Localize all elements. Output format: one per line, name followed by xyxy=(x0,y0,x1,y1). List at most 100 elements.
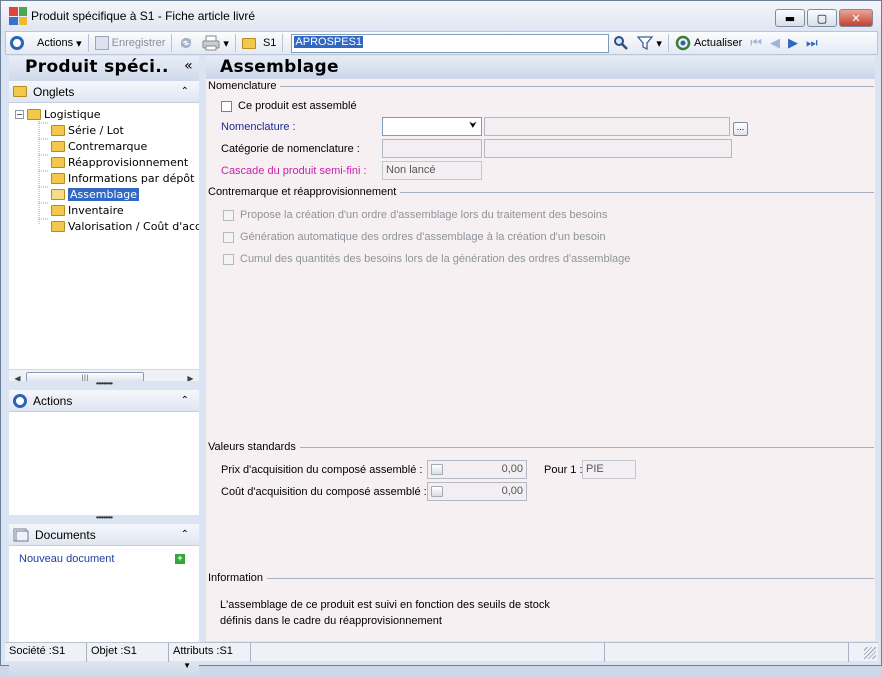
minimize-button[interactable]: ▬ xyxy=(775,9,805,27)
folder-icon xyxy=(51,140,65,152)
information-group: Information xyxy=(208,572,874,584)
currency-button[interactable] xyxy=(431,464,443,475)
information-text: L'assemblage de ce produit est suivi en … xyxy=(220,597,550,629)
save-icon xyxy=(94,36,109,50)
folder-icon xyxy=(51,172,65,184)
nomenclature-group: Nomenclature xyxy=(208,80,874,92)
scrollbar-thumb[interactable]: ||| xyxy=(26,371,144,381)
main-panel: Assemblage Nomenclature Ce produit est a… xyxy=(206,56,875,641)
page-title: Assemblage xyxy=(206,56,875,79)
option-checkbox[interactable] xyxy=(223,253,234,265)
assembled-checkbox-label: Ce produit est assemblé xyxy=(238,100,357,112)
nomenclature-browse-button[interactable]: ... xyxy=(733,122,748,136)
prix-value: 0,00 xyxy=(501,463,523,475)
print-dropdown-icon[interactable]: ▾ xyxy=(223,37,229,50)
option-checkbox[interactable] xyxy=(223,209,234,221)
open-folder-icon xyxy=(51,188,65,200)
category-description-field xyxy=(484,139,732,158)
filter-icon xyxy=(637,36,654,51)
pour-label: Pour 1 : xyxy=(544,464,583,476)
tree-item-label: Informations par dépôt xyxy=(68,171,195,185)
category-label: Catégorie de nomenclature : xyxy=(221,143,360,155)
last-record-icon[interactable]: ⏭ xyxy=(802,35,822,51)
product-code-input[interactable]: APROSPES1 xyxy=(291,33,610,53)
actions-icon xyxy=(10,36,24,50)
option-row[interactable]: Propose la création d'un ordre d'assembl… xyxy=(223,209,607,221)
filter-button[interactable]: ▾ xyxy=(633,32,666,54)
maximize-icon: ▢ xyxy=(816,11,828,25)
prix-field[interactable]: 0,00 xyxy=(427,460,527,479)
chevron-up-icon[interactable]: ⌃ xyxy=(181,395,189,406)
cout-field[interactable]: 0,00 xyxy=(427,482,527,501)
actions-icon xyxy=(13,393,27,408)
tabs-section-header[interactable]: Onglets ⌃ xyxy=(9,81,199,103)
title-bar[interactable]: Produit spécifique à S1 - Fiche article … xyxy=(1,1,881,31)
next-record-icon[interactable]: ▶ xyxy=(784,35,802,51)
scroll-right-icon[interactable]: ▶ xyxy=(182,374,199,382)
tree-item-serie-lot[interactable]: Série / Lot xyxy=(51,122,124,138)
status-societe: Société :S1 xyxy=(5,643,87,662)
tree-item-valorisation[interactable]: Valorisation / Coût d'acquisition xyxy=(51,218,199,234)
group-label: Information xyxy=(208,572,264,584)
actions-section-body xyxy=(9,412,199,515)
first-record-icon[interactable]: ⏮ xyxy=(746,35,766,51)
cout-value: 0,00 xyxy=(501,485,523,497)
tree-item-label: Contremarque xyxy=(68,139,148,153)
documents-section-label: Documents xyxy=(35,527,96,542)
option-row[interactable]: Cumul des quantités des besoins lors de … xyxy=(223,253,630,265)
folder-icon xyxy=(51,204,65,216)
previous-record-icon[interactable]: ◀ xyxy=(766,35,784,51)
tree-item-label: Réapprovisionnement xyxy=(68,155,189,169)
tree-item-label: Série / Lot xyxy=(68,123,124,137)
site-selector[interactable]: S1 xyxy=(238,32,280,54)
search-button[interactable] xyxy=(609,32,633,54)
nomenclature-combo[interactable]: ⮟ xyxy=(382,117,482,136)
refresh-button[interactable]: Actualiser xyxy=(671,32,746,54)
save-button[interactable]: Enregistrer xyxy=(91,32,170,54)
pour-value: PIE xyxy=(582,460,636,479)
actions-section-label: Actions xyxy=(33,393,73,408)
resize-grip-icon[interactable] xyxy=(864,647,876,659)
sync-button[interactable] xyxy=(174,32,198,54)
refresh-icon xyxy=(675,35,691,51)
tree-item-assemblage[interactable]: Assemblage xyxy=(51,186,139,202)
tree-item-contremarque[interactable]: Contremarque xyxy=(51,138,147,154)
panel-splitter[interactable]: ••••••••• xyxy=(9,514,199,524)
dropdown-arrow-icon: ▾ xyxy=(76,37,82,50)
chevron-up-icon[interactable]: ⌃ xyxy=(181,86,189,97)
collapse-panel-icon[interactable]: « xyxy=(184,58,193,74)
standards-group: Valeurs standards xyxy=(208,441,874,453)
tree-item-reapprovisionnement[interactable]: Réapprovisionnement xyxy=(51,154,188,170)
tabs-tree: − Logistique Série / Lot Contremarque Ré… xyxy=(9,103,199,381)
chevron-up-icon[interactable]: ⌃ xyxy=(181,529,189,540)
option-label: Propose la création d'un ordre d'assembl… xyxy=(240,209,608,221)
nomenclature-description-field xyxy=(484,117,730,136)
option-label: Génération automatique des ordres d'asse… xyxy=(240,231,606,243)
assembled-checkbox[interactable] xyxy=(221,100,232,112)
scroll-left-icon[interactable]: ◀ xyxy=(9,374,26,382)
assembled-checkbox-row[interactable]: Ce produit est assemblé xyxy=(221,100,357,112)
actions-menu-button[interactable]: Actions ▾ xyxy=(6,32,86,54)
folder-icon xyxy=(13,86,27,97)
filter-dropdown-icon[interactable]: ▾ xyxy=(656,37,662,50)
combo-dropdown-icon[interactable]: ⮟ xyxy=(467,120,479,133)
new-document-link[interactable]: Nouveau document xyxy=(19,553,114,565)
tree-horizontal-scrollbar[interactable]: ◀ ||| ▶ xyxy=(9,369,199,381)
tree-item-informations-depot[interactable]: Informations par dépôt xyxy=(51,170,194,186)
maximize-button[interactable]: ▢ xyxy=(807,9,837,27)
sync-icon xyxy=(181,38,192,48)
add-document-icon[interactable]: + xyxy=(175,554,185,564)
cascade-label: Cascade du produit semi-fini : xyxy=(221,165,367,177)
print-button[interactable]: ▾ xyxy=(198,32,233,54)
folder-icon xyxy=(51,156,65,168)
panel-splitter[interactable]: ••••••••• xyxy=(9,380,199,390)
close-icon: ✕ xyxy=(851,11,861,25)
option-row[interactable]: Génération automatique des ordres d'asse… xyxy=(223,231,606,243)
close-button[interactable]: ✕ xyxy=(839,9,873,27)
currency-button[interactable] xyxy=(431,486,443,497)
option-checkbox[interactable] xyxy=(223,231,234,243)
documents-section-header[interactable]: Documents ⌃ xyxy=(9,524,199,546)
tree-item-inventaire[interactable]: Inventaire xyxy=(51,202,124,218)
toolbar: Actions ▾ Enregistrer ▾ S1 APROSPES1 ▾ A… xyxy=(5,31,878,55)
actions-section-header[interactable]: Actions ⌃ xyxy=(9,390,199,412)
